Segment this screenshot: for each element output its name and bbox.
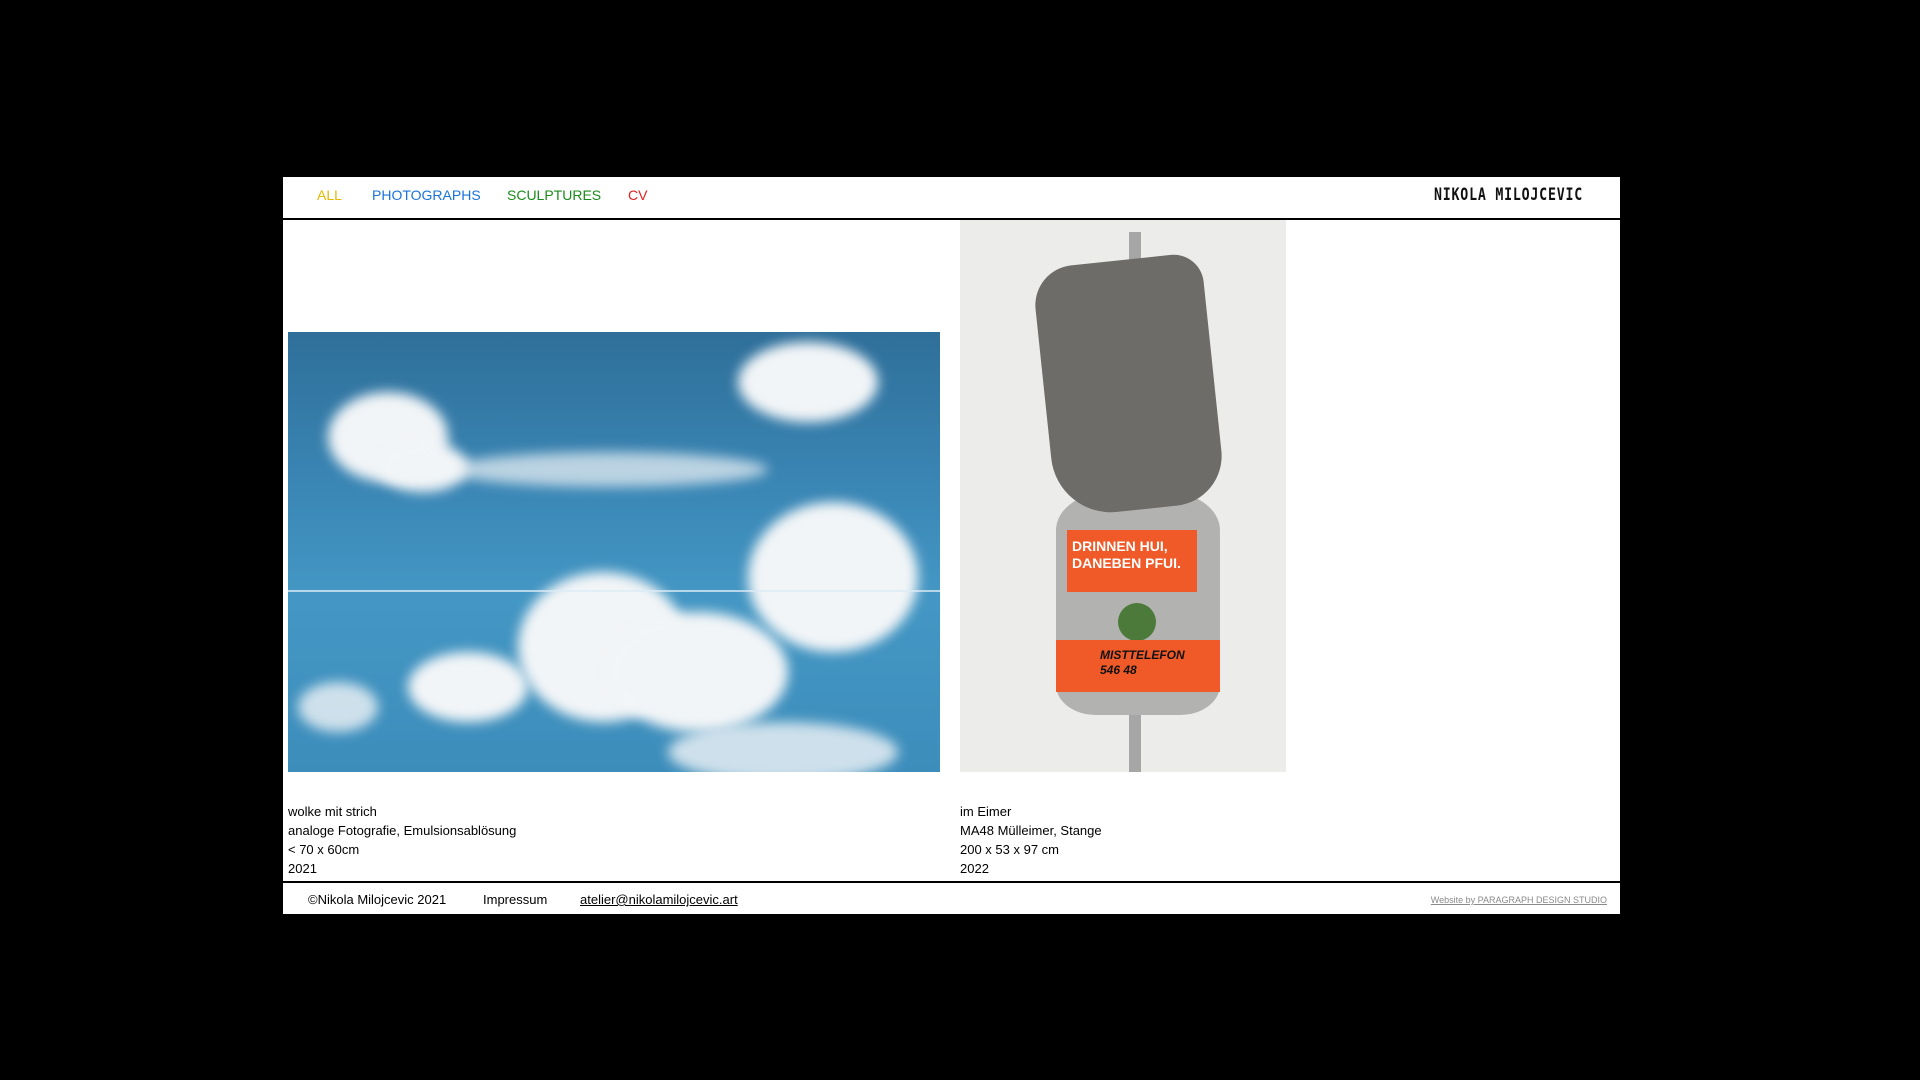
nav-cv[interactable]: CV: [628, 187, 647, 203]
site-logo[interactable]: NIKOLA MILOJCEVIC: [1434, 185, 1583, 205]
footer-email-link[interactable]: atelier@nikolamilojcevic.art: [580, 892, 738, 907]
top-navigation-bar: ALL PHOTOGRAPHS SCULPTURES CV NIKOLA MIL…: [283, 177, 1620, 220]
nav-photographs[interactable]: PHOTOGRAPHS: [372, 187, 481, 203]
work-size: 200 x 53 x 97 cm: [960, 842, 1059, 857]
work-caption: im Eimer MA48 Mülleimer, Stange 200 x 53…: [960, 802, 1102, 878]
nav-sculptures[interactable]: SCULPTURES: [507, 187, 601, 203]
work-image-clouds[interactable]: [288, 332, 940, 772]
footer-impressum-link[interactable]: Impressum: [483, 892, 547, 907]
work-year: 2022: [960, 861, 989, 876]
work-size: < 70 x 60cm: [288, 842, 360, 857]
footer-copyright: ©Nikola Milojcevic 2021: [308, 892, 447, 907]
works-grid: wolke mit strich analoge Fotografie, Emu…: [283, 220, 1620, 876]
dog-badge-icon: [1118, 603, 1156, 641]
site-frame: ALL PHOTOGRAPHS SCULPTURES CV NIKOLA MIL…: [283, 177, 1620, 914]
work-year: 2021: [288, 861, 317, 876]
work-medium: analoge Fotografie, Emulsionsablösung: [288, 823, 517, 838]
work-caption: wolke mit strich analoge Fotografie, Emu…: [288, 802, 516, 878]
work-medium: MA48 Mülleimer, Stange: [960, 823, 1102, 838]
bin-sign-line: DANEBEN PFUI.: [1072, 555, 1181, 571]
bin-sign-line: MISTTELEFON: [1100, 648, 1185, 662]
work-title: im Eimer: [960, 804, 1012, 819]
footer-credit-link[interactable]: Website by PARAGRAPH DESIGN STUDIO: [1431, 895, 1607, 905]
work-title: wolke mit strich: [288, 804, 377, 819]
bin-sign-line: DRINNEN HUI,: [1072, 538, 1168, 554]
nav-all[interactable]: ALL: [317, 187, 342, 203]
work-image-trash-bin[interactable]: DRINNEN HUI, DANEBEN PFUI. MISTTELEFON 5…: [960, 220, 1286, 772]
site-footer: ©Nikola Milojcevic 2021 Impressum atelie…: [283, 881, 1620, 914]
bin-sign-line: 546 48: [1100, 663, 1137, 677]
